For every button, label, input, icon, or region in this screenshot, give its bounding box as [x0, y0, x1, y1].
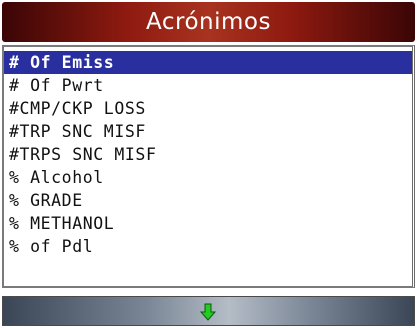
footer-bar	[2, 296, 415, 326]
list-item[interactable]: # Of Emiss	[4, 51, 412, 74]
screen-title: Acrónimos	[146, 9, 271, 35]
list-item[interactable]: % METHANOL	[4, 212, 412, 235]
list-item[interactable]: % Alcohol	[4, 166, 412, 189]
list-item[interactable]: % GRADE	[4, 189, 412, 212]
list-item[interactable]: #TRP SNC MISF	[4, 120, 412, 143]
list-item[interactable]: # Of Pwrt	[4, 74, 412, 97]
title-bar: Acrónimos	[2, 2, 415, 42]
list-item[interactable]: #TRPS SNC MISF	[4, 143, 412, 166]
list-item[interactable]: #CMP/CKP LOSS	[4, 97, 412, 120]
scan-tool-screen: Acrónimos # Of Emiss # Of Pwrt #CMP/CKP …	[0, 0, 417, 328]
acronym-list[interactable]: # Of Emiss # Of Pwrt #CMP/CKP LOSS #TRP …	[2, 45, 415, 288]
arrow-down-icon[interactable]	[200, 303, 216, 321]
list-item[interactable]: % of Pdl	[4, 235, 412, 258]
